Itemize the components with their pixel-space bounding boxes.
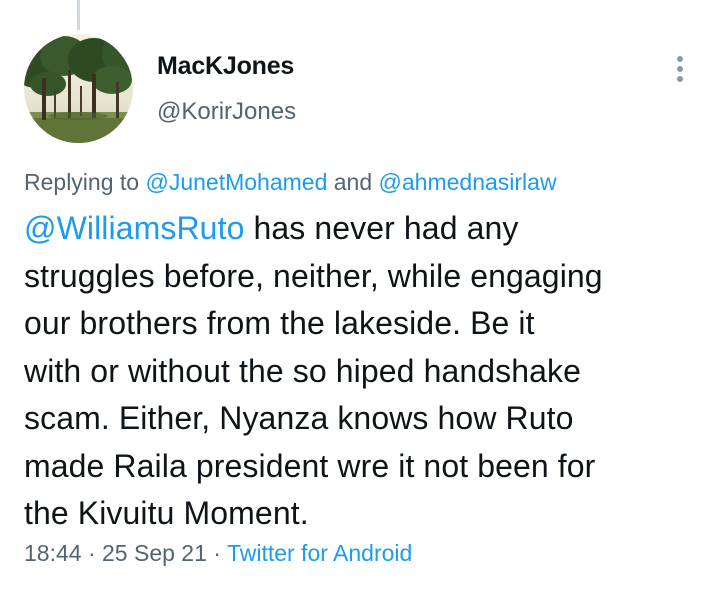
tweet-text: @WilliamsRuto has never had any struggle… — [24, 205, 704, 538]
author-handle[interactable]: @KorirJones — [157, 98, 296, 126]
tweet-text-line: scam. Either, Nyanza knows how Ruto — [24, 400, 574, 436]
reply-mention-junetmohamed[interactable]: @JunetMohamed — [145, 169, 327, 195]
meta-separator: · — [87, 540, 96, 566]
tweet-text-line: the Kivuitu Moment. — [24, 495, 309, 531]
reply-prefix: Replying to — [24, 169, 140, 195]
tweet-mention-williamsruto[interactable]: @WilliamsRuto — [24, 210, 244, 246]
tweet-text-line: @WilliamsRuto has never had any — [24, 205, 704, 253]
tweet-metadata: 18:44 · 25 Sep 21 · Twitter for Android — [24, 540, 412, 567]
meta-separator: · — [213, 540, 221, 566]
tweet-text-line: with or without the so hiped handshake — [24, 352, 582, 389]
more-options-button[interactable] — [664, 50, 696, 86]
tweet-time[interactable]: 18:44 — [24, 540, 82, 566]
avatar-trees-photo — [24, 34, 133, 143]
tweet-text-line: made Raila president wre it not been for — [24, 447, 596, 484]
tweet-date[interactable]: 25 Sep 21 — [102, 540, 207, 566]
avatar[interactable] — [24, 34, 133, 143]
reply-mention-ahmednasirlaw[interactable]: @ahmednasirlaw — [379, 169, 557, 195]
thread-connector-line — [77, 0, 80, 30]
reply-joiner: and — [333, 169, 373, 195]
tweet-text-line: struggles before, neither, while engagin… — [24, 257, 603, 294]
reply-context: Replying to @JunetMohamed and @ahmednasi… — [24, 169, 557, 196]
tweet-text-line: our brothers from the lakeside. Be it — [24, 305, 535, 341]
author-display-name[interactable]: MacKJones — [157, 52, 294, 81]
tweet-text-segment: has never had any — [244, 210, 519, 246]
tweet-source-link[interactable]: Twitter for Android — [227, 540, 412, 566]
